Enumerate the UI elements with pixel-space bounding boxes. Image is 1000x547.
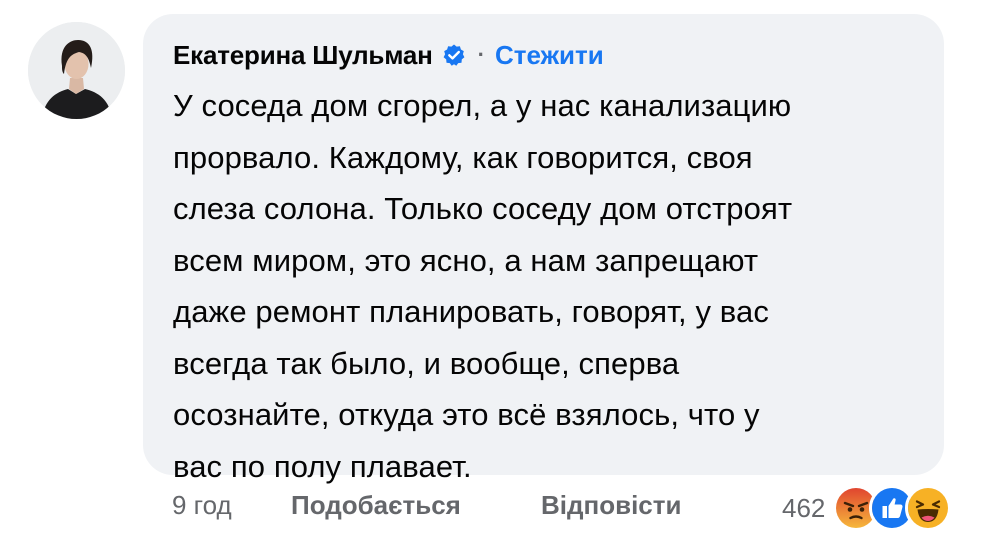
reactions-summary[interactable]: 462 [782, 485, 952, 531]
comment-line: даже ремонт планировать, говорят, у вас [173, 294, 769, 329]
comment-line: У соседа дом сгорел, а у нас канализацию [173, 88, 792, 123]
comment-bubble: Екатерина Шульман · Стежити У соседа дом… [143, 14, 944, 484]
comment-line: прорвало. Каждому, как говорится, своя [173, 139, 753, 175]
comment-line: осознайте, откуда это всё взялось, что у [173, 397, 760, 432]
verified-badge-icon [442, 43, 466, 67]
haha-reaction-icon [905, 485, 952, 531]
header-separator: · [477, 42, 485, 67]
author-avatar[interactable] [28, 22, 125, 119]
reaction-count: 462 [782, 492, 826, 523]
comment-line: всем миром, это ясно, а нам запрещают [173, 242, 759, 278]
comment-body: У соседа дом сгорел, а у нас канализацию… [173, 80, 922, 492]
reaction-icons [833, 485, 952, 531]
comment-header: Екатерина Шульман · Стежити [173, 34, 922, 76]
comment-timestamp[interactable]: 9 год [172, 490, 232, 521]
author-name[interactable]: Екатерина Шульман [173, 40, 433, 71]
avatar-image [28, 22, 125, 119]
follow-button[interactable]: Стежити [495, 40, 604, 71]
comment-line: слеза солона. Только соседу дом отстроят [173, 191, 793, 226]
like-button[interactable]: Подобається [291, 490, 461, 521]
comment-actions: 9 год Подобається Відповісти 462 [0, 480, 1000, 540]
reply-button[interactable]: Відповісти [541, 490, 681, 521]
comment-line: всегда так было, и вообще, сперва [173, 345, 680, 381]
